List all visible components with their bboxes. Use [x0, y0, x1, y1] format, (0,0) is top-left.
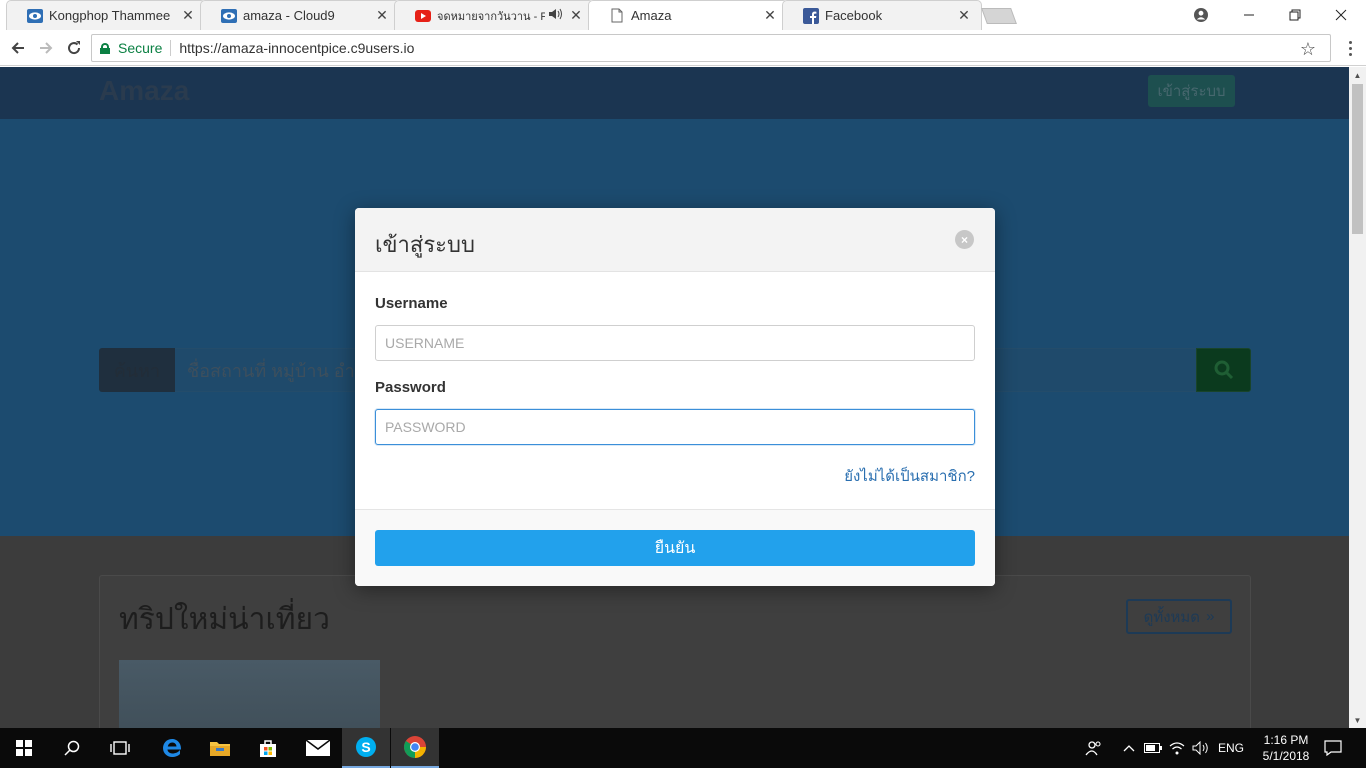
tab-title: Amaza [631, 8, 672, 23]
modal-title: เข้าสู่ระบบ [375, 232, 475, 257]
view-all-button[interactable]: ดูทั้งหมด » [1126, 599, 1232, 634]
new-trips-card: ทริปใหม่น่าเที่ยว ดูทั้งหมด » [99, 575, 1251, 728]
tab-title: Facebook [825, 8, 883, 23]
minimize-icon[interactable] [1226, 0, 1272, 30]
double-chevron-right-icon: » [1206, 608, 1215, 625]
file-explorer-icon[interactable] [196, 728, 244, 768]
close-icon[interactable]: ✕ [375, 7, 389, 24]
chrome-icon[interactable] [391, 728, 439, 768]
modal-footer: ยืนยัน [355, 509, 995, 586]
search-label: ค้นหา [99, 348, 175, 392]
windows-start-icon[interactable] [0, 728, 48, 768]
search-icon[interactable] [48, 728, 96, 768]
tab-title: จดหมายจากวันวาน - PA [437, 10, 545, 23]
forward-icon[interactable] [34, 36, 58, 60]
site-navbar: Amaza เข้าสู่ระบบ [0, 67, 1349, 119]
page-icon [609, 8, 625, 24]
tab-youtube[interactable]: จดหมายจากวันวาน - PA ✕ [394, 0, 594, 30]
eye-icon [221, 8, 237, 24]
back-icon[interactable] [6, 36, 30, 60]
clock-time: 1:16 PM [1263, 733, 1309, 747]
scroll-down-icon[interactable]: ▼ [1349, 712, 1366, 728]
restore-icon[interactable] [1272, 0, 1318, 30]
task-view-icon[interactable] [96, 728, 144, 768]
lock-icon [100, 42, 110, 54]
close-icon[interactable]: ✕ [957, 7, 971, 24]
tab-kongphop[interactable]: Kongphop Thammee ✕ [6, 0, 206, 30]
secure-indicator[interactable]: Secure [100, 40, 162, 56]
new-tab-button[interactable] [981, 8, 1017, 24]
tab-strip: Kongphop Thammee ✕ amaza - Cloud9 ✕ จดหม… [0, 0, 1366, 30]
close-icon[interactable]: × [955, 230, 974, 249]
battery-icon[interactable] [1142, 728, 1164, 768]
browser-menu-icon[interactable] [1340, 34, 1360, 62]
system-clock[interactable]: 1:16 PM 5/1/2018 [1254, 732, 1318, 764]
confirm-button[interactable]: ยืนยัน [375, 530, 975, 566]
scroll-thumb[interactable] [1352, 84, 1363, 234]
edge-icon[interactable] [148, 728, 196, 768]
trip-image[interactable] [119, 660, 380, 728]
svg-text:S: S [361, 739, 370, 755]
divider [170, 40, 172, 56]
speaker-icon[interactable] [549, 8, 563, 23]
windows-taskbar: S ENG 1:16 PM 5/1/2018 [0, 728, 1366, 768]
password-field[interactable] [375, 409, 975, 445]
register-link[interactable]: ยังไม่ได้เป็นสมาชิก? [844, 464, 975, 488]
scroll-up-icon[interactable]: ▲ [1349, 67, 1366, 83]
wifi-icon[interactable] [1166, 728, 1188, 768]
nav-login-button[interactable]: เข้าสู่ระบบ [1148, 75, 1235, 107]
eye-icon [27, 8, 43, 24]
chevron-up-icon[interactable] [1118, 728, 1140, 768]
close-icon[interactable]: ✕ [569, 7, 583, 24]
clock-date: 5/1/2018 [1262, 749, 1310, 763]
modal-body: Username Password ยังไม่ได้เป็นสมาชิก? [355, 272, 995, 509]
bookmark-star-icon[interactable]: ☆ [1300, 39, 1316, 60]
notification-icon[interactable] [1320, 728, 1346, 768]
store-icon[interactable] [244, 728, 292, 768]
login-modal: เข้าสู่ระบบ × Username Password ยังไม่ได… [355, 208, 995, 586]
volume-icon[interactable] [1190, 728, 1212, 768]
page-scrollbar[interactable]: ▲ ▼ [1349, 67, 1366, 728]
window-close-icon[interactable] [1318, 0, 1364, 30]
browser-toolbar: Secure https://amaza-innocentpice.c9user… [0, 30, 1366, 66]
username-label: Username [375, 295, 448, 312]
url-text[interactable]: https://amaza-innocentpice.c9users.io [179, 40, 414, 56]
site-logo[interactable]: Amaza [99, 75, 189, 107]
section-title: ทริปใหม่น่าเที่ยว [119, 603, 330, 636]
modal-header: เข้าสู่ระบบ × [355, 208, 995, 272]
tab-facebook[interactable]: Facebook ✕ [782, 0, 982, 30]
people-icon[interactable] [1080, 728, 1108, 768]
search-icon [1214, 360, 1233, 380]
language-indicator[interactable]: ENG [1214, 728, 1248, 768]
tab-cloud9[interactable]: amaza - Cloud9 ✕ [200, 0, 400, 30]
tab-title: amaza - Cloud9 [243, 8, 335, 23]
close-icon[interactable]: ✕ [763, 7, 777, 24]
address-bar[interactable]: Secure https://amaza-innocentpice.c9user… [91, 34, 1331, 62]
youtube-icon [415, 8, 431, 24]
tab-amaza[interactable]: Amaza ✕ [588, 0, 788, 30]
skype-icon[interactable]: S [342, 728, 390, 768]
view-all-label: ดูทั้งหมด [1143, 608, 1201, 626]
tab-title: Kongphop Thammee [49, 8, 171, 23]
close-icon[interactable]: ✕ [181, 7, 195, 24]
secure-label: Secure [118, 40, 163, 56]
search-button[interactable] [1196, 348, 1251, 392]
reload-icon[interactable] [62, 36, 86, 60]
mail-icon[interactable] [294, 728, 342, 768]
profile-icon[interactable] [1178, 0, 1224, 30]
username-field[interactable] [375, 325, 975, 361]
password-label: Password [375, 379, 446, 396]
facebook-icon [803, 7, 819, 24]
